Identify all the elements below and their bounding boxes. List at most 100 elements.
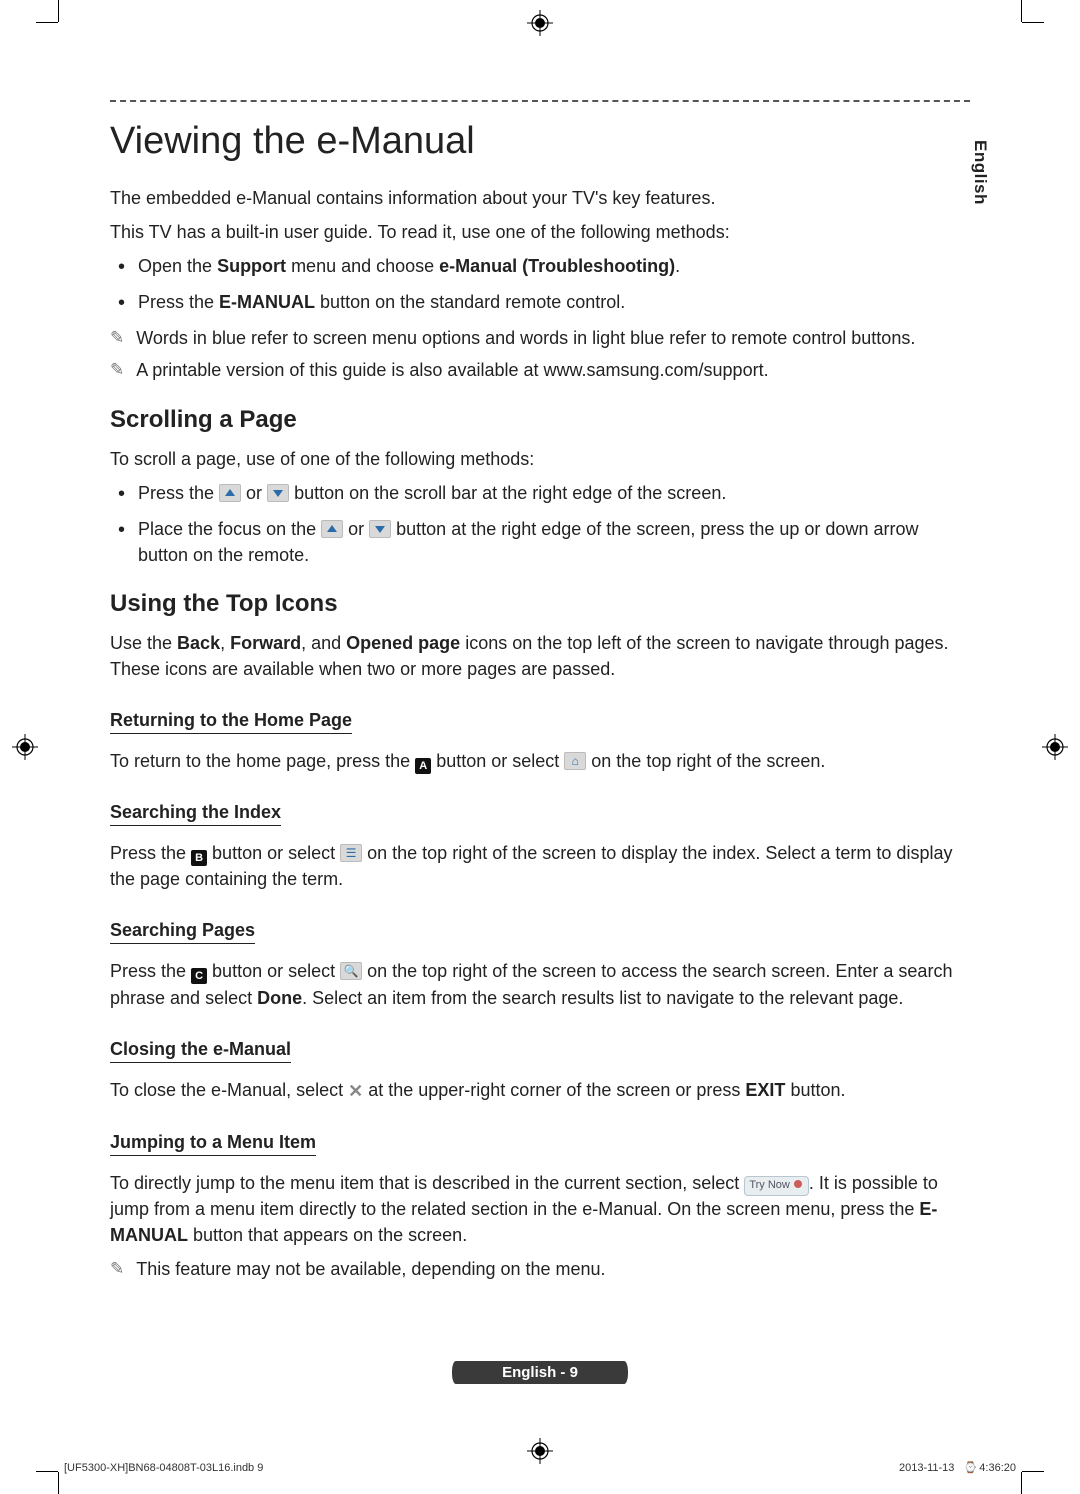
section-text: To scroll a page, use of one of the foll… — [110, 446, 970, 472]
close-icon: ✕ — [348, 1078, 363, 1104]
crop-mark — [1022, 22, 1044, 23]
language-tab: English — [970, 140, 990, 205]
registration-mark-icon — [527, 1438, 553, 1464]
section-text: To return to the home page, press the A … — [110, 748, 970, 774]
scroll-section: Scrolling a Page To scroll a page, use o… — [110, 406, 970, 568]
note: ✎ This feature may not be available, dep… — [110, 1256, 970, 1282]
text: To directly jump to the menu item that i… — [110, 1173, 744, 1193]
print-date: 2013-11-13 — [899, 1462, 954, 1474]
subheading: Searching the Index — [110, 802, 281, 826]
text: Use the — [110, 633, 177, 653]
text: on the top right of the screen. — [586, 751, 825, 771]
text-bold: Done — [257, 988, 302, 1008]
crop-mark — [36, 1471, 58, 1472]
text: . Select an item from the search results… — [302, 988, 903, 1008]
text: To close the e-Manual, select — [110, 1080, 348, 1100]
text-bold: Back — [177, 633, 220, 653]
page-footer: English - 9 — [110, 1361, 970, 1384]
crop-mark — [1021, 0, 1022, 22]
text: , — [220, 633, 230, 653]
text-bold: Support — [217, 256, 286, 276]
clock-icon: ⌚ — [964, 1462, 978, 1474]
close-subsection: Closing the e-Manual To close the e-Manu… — [110, 1019, 970, 1104]
crop-mark — [36, 22, 58, 23]
text: button. — [785, 1080, 845, 1100]
note-icon: ✎ — [110, 358, 124, 383]
text: button that appears on the screen. — [188, 1225, 467, 1245]
text: Open the — [138, 256, 217, 276]
crop-mark — [1022, 1471, 1044, 1472]
section-text: To close the e-Manual, select ✕ at the u… — [110, 1077, 970, 1104]
section-divider — [110, 100, 970, 102]
text: Place the focus on the — [138, 519, 321, 539]
index-subsection: Searching the Index Press the B button o… — [110, 782, 970, 892]
section-heading: Using the Top Icons — [110, 590, 970, 618]
page-content: English Viewing the e-Manual The embedde… — [110, 100, 970, 1374]
scroll-bullets: Press the or button on the scroll bar at… — [110, 480, 970, 568]
text: button or select — [207, 961, 340, 981]
subheading: Closing the e-Manual — [110, 1039, 291, 1063]
text-bold: E-MANUAL — [219, 292, 315, 312]
section-heading: Scrolling a Page — [110, 406, 970, 434]
list-item: Open the Support menu and choose e-Manua… — [138, 253, 970, 279]
remote-b-button-icon: B — [191, 850, 207, 866]
jump-subsection: Jumping to a Menu Item To directly jump … — [110, 1112, 970, 1282]
search-icon: 🔍 — [340, 962, 362, 980]
arrow-up-icon — [321, 520, 343, 538]
crop-mark — [58, 0, 59, 22]
text-bold: e-Manual (Troubleshooting) — [439, 256, 675, 276]
section-text: To directly jump to the menu item that i… — [110, 1170, 970, 1248]
note-text: A printable version of this guide is als… — [136, 357, 768, 383]
subheading: Jumping to a Menu Item — [110, 1132, 316, 1156]
registration-mark-icon — [527, 10, 553, 36]
home-subsection: Returning to the Home Page To return to … — [110, 690, 970, 774]
page-title: Viewing the e-Manual — [110, 120, 970, 163]
remote-c-button-icon: C — [191, 968, 207, 984]
intro-text: This TV has a built-in user guide. To re… — [110, 219, 970, 245]
note-icon: ✎ — [110, 326, 124, 351]
registration-mark-icon — [1042, 734, 1068, 760]
text: Press the — [138, 292, 219, 312]
text: , and — [301, 633, 346, 653]
index-icon: ☰ — [340, 844, 362, 862]
note-icon: ✎ — [110, 1257, 124, 1282]
text: or — [343, 519, 369, 539]
text: Press the — [110, 843, 191, 863]
text: or — [241, 483, 267, 503]
text: button or select — [207, 843, 340, 863]
print-meta-left: [UF5300-XH]BN68-04808T-03L16.indb 9 — [64, 1462, 263, 1474]
text: Press the — [110, 961, 191, 981]
text-bold: Opened page — [346, 633, 460, 653]
registration-mark-icon — [12, 734, 38, 760]
subheading: Returning to the Home Page — [110, 710, 352, 734]
page-number-badge: English - 9 — [452, 1361, 628, 1384]
text-bold: EXIT — [745, 1080, 785, 1100]
arrow-down-icon — [267, 484, 289, 502]
subheading: Searching Pages — [110, 920, 255, 944]
note-text: This feature may not be available, depen… — [136, 1256, 605, 1282]
arrow-down-icon — [369, 520, 391, 538]
text: button on the scroll bar at the right ed… — [289, 483, 726, 503]
text: button on the standard remote control. — [315, 292, 625, 312]
arrow-up-icon — [219, 484, 241, 502]
note: ✎ A printable version of this guide is a… — [110, 357, 970, 383]
intro-text: The embedded e-Manual contains informati… — [110, 185, 970, 211]
intro-section: The embedded e-Manual contains informati… — [110, 185, 970, 384]
search-subsection: Searching Pages Press the C button or se… — [110, 900, 970, 1010]
home-icon: ⌂ — [564, 752, 586, 770]
text-bold: Forward — [230, 633, 301, 653]
text: Press the — [138, 483, 219, 503]
top-icons-section: Using the Top Icons Use the Back, Forwar… — [110, 590, 970, 1282]
section-text: Press the C button or select 🔍 on the to… — [110, 958, 970, 1010]
text: button or select — [431, 751, 564, 771]
remote-a-button-icon: A — [415, 758, 431, 774]
section-text: Use the Back, Forward, and Opened page i… — [110, 630, 970, 682]
print-time: 4:36:20 — [979, 1462, 1016, 1474]
crop-mark — [58, 1472, 59, 1494]
text: . — [675, 256, 680, 276]
list-item: Place the focus on the or button at the … — [138, 516, 970, 568]
note-text: Words in blue refer to screen menu optio… — [136, 325, 915, 351]
note: ✎ Words in blue refer to screen menu opt… — [110, 325, 970, 351]
text: at the upper-right corner of the screen … — [363, 1080, 745, 1100]
text: To return to the home page, press the — [110, 751, 415, 771]
